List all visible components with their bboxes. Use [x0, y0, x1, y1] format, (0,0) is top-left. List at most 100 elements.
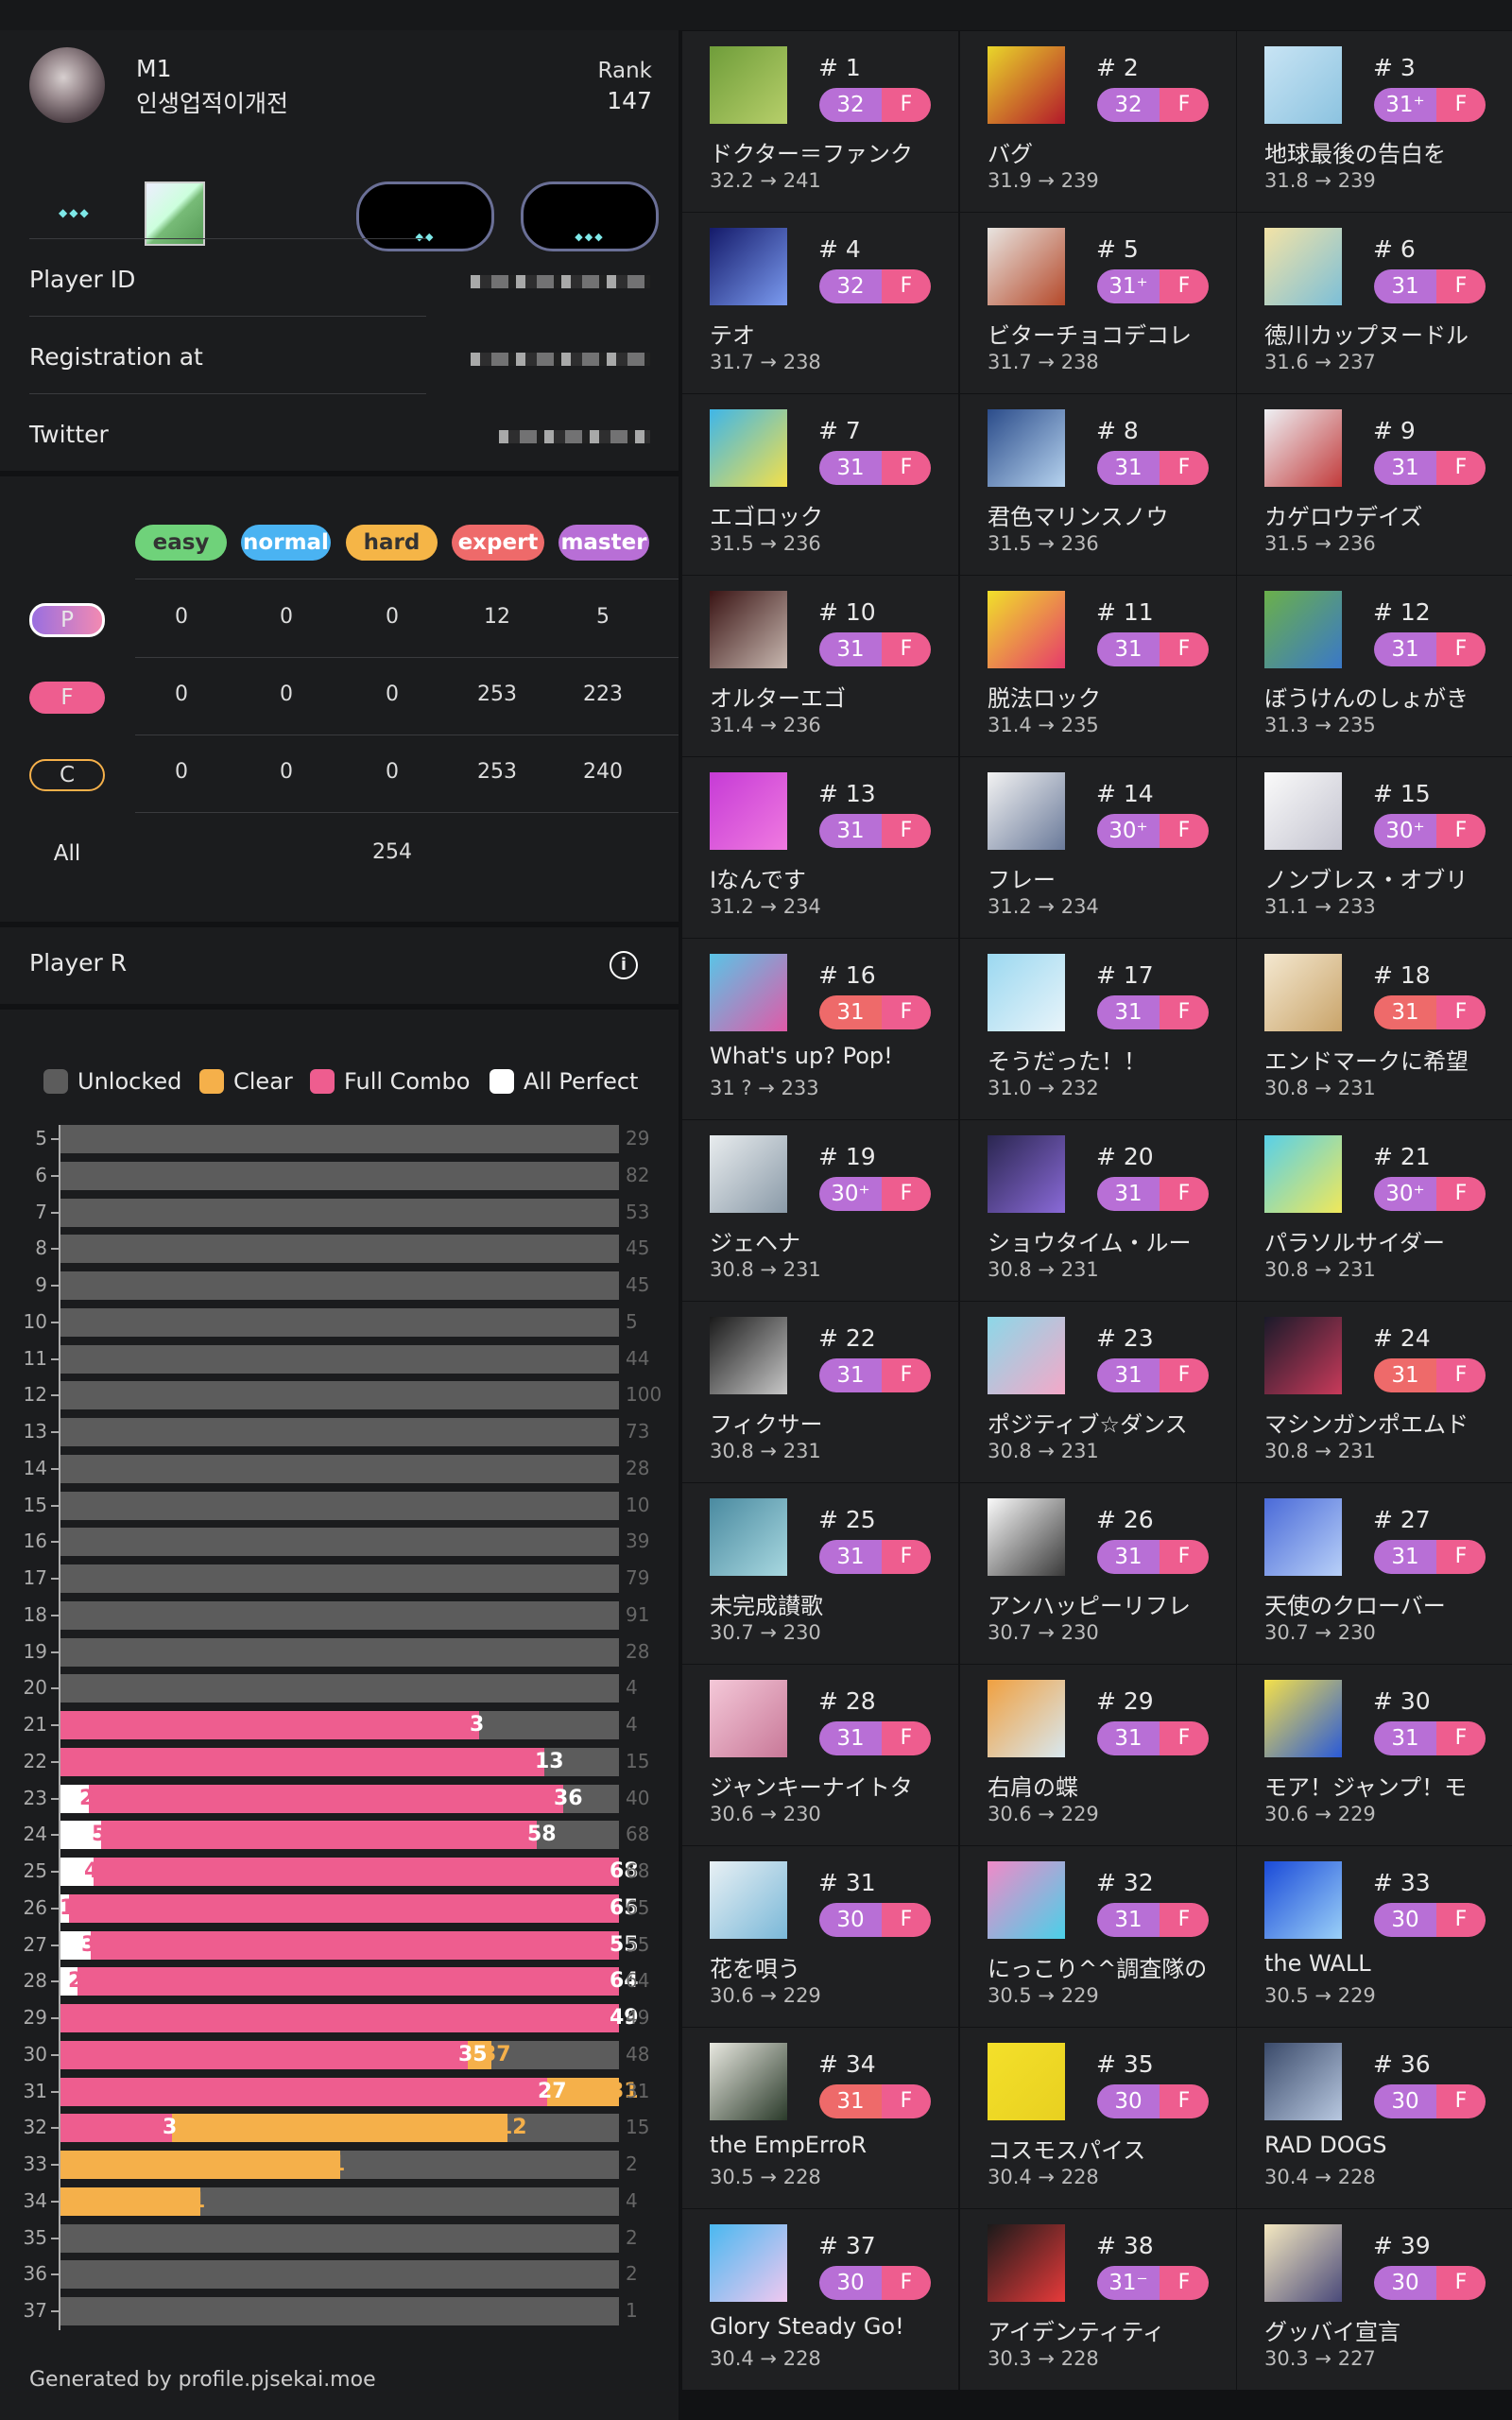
- song-card[interactable]: # 6 31 F 徳川カップヌードル 31.6 → 237: [1237, 213, 1512, 393]
- stat-cell: 223: [583, 683, 623, 706]
- song-card[interactable]: # 13 31 F Iなんです 31.2 → 234: [682, 757, 958, 938]
- song-card[interactable]: # 21 30⁺ F パラソルサイダー 30.8 → 231: [1237, 1120, 1512, 1301]
- song-card[interactable]: # 24 31 F マシンガンポエムド 30.8 → 231: [1237, 1302, 1512, 1482]
- song-card[interactable]: # 9 31 F カゲロウデイズ 31.5 → 236: [1237, 394, 1512, 575]
- info-icon[interactable]: i: [610, 951, 638, 979]
- song-jacket: [710, 409, 787, 487]
- full-combo-segment: [60, 2041, 468, 2069]
- song-card[interactable]: # 5 31⁺ F ビターチョコデコレ 31.7 → 238: [960, 213, 1236, 393]
- song-title: ジャンキーナイトタ: [710, 1774, 913, 1801]
- song-card[interactable]: # 36 30 F RAD DOGS 30.4 → 228: [1237, 2028, 1512, 2208]
- song-card[interactable]: # 27 31 F 天使のクローバー 30.7 → 230: [1237, 1483, 1512, 1664]
- full-combo-mark: F: [1160, 995, 1209, 1029]
- level-pill: 31 F: [819, 2084, 931, 2118]
- song-card[interactable]: # 7 31 F エゴロック 31.5 → 236: [682, 394, 958, 575]
- song-card[interactable]: # 38 31⁻ F アイデンティティ 30.3 → 228: [960, 2209, 1236, 2390]
- level-label: 18: [23, 1603, 47, 1626]
- song-card[interactable]: # 8 31 F 君色マリンスノウ 31.5 → 236: [960, 394, 1236, 575]
- song-card[interactable]: # 15 30⁺ F ノンブレス・オブリ 31.1 → 233: [1237, 757, 1512, 938]
- song-rank: # 13: [818, 780, 876, 807]
- full-combo-segment: [60, 1967, 619, 1996]
- full-combo-mark: F: [1436, 632, 1486, 666]
- song-card[interactable]: # 39 30 F グッバイ宣言 30.3 → 227: [1237, 2209, 1512, 2390]
- song-rank: # 15: [1373, 780, 1431, 807]
- song-card[interactable]: # 31 30 F 花を唄う 30.6 → 229: [682, 1846, 958, 2027]
- stat-cell: 0: [280, 605, 293, 629]
- level-pill: 30 F: [1374, 2266, 1486, 2300]
- song-card[interactable]: # 10 31 F オルターエゴ 31.4 → 236: [682, 576, 958, 756]
- song-jacket: [1264, 2224, 1342, 2302]
- song-card[interactable]: # 18 31 F エンドマークに希望 30.8 → 231: [1237, 939, 1512, 1119]
- song-card[interactable]: # 4 32 F テオ 31.7 → 238: [682, 213, 958, 393]
- song-rating: 31.7 → 238: [710, 351, 821, 373]
- song-card[interactable]: # 17 31 F そうだった！！ 31.0 → 232: [960, 939, 1236, 1119]
- player-id-value-masked: [471, 275, 650, 288]
- full-combo-mark: F: [882, 269, 931, 303]
- song-card[interactable]: # 1 32 F ドクター＝ファンク 32.2 → 241: [682, 31, 958, 212]
- song-rank: # 3: [1373, 54, 1416, 81]
- song-card[interactable]: # 11 31 F 脱法ロック 31.4 → 235: [960, 576, 1236, 756]
- song-card[interactable]: # 16 31 F What's up? Pop! 31 ? → 233: [682, 939, 958, 1119]
- song-card[interactable]: # 37 30 F Glory Steady Go! 30.4 → 228: [682, 2209, 958, 2390]
- full-combo-mark: F: [882, 1540, 931, 1574]
- song-card[interactable]: # 19 30⁺ F ジェヘナ 30.8 → 231: [682, 1120, 958, 1301]
- song-card[interactable]: # 22 31 F フィクサー 30.8 → 231: [682, 1302, 958, 1482]
- legend-all-perfect: All Perfect: [490, 1068, 638, 1095]
- song-rank: # 25: [818, 1506, 876, 1533]
- level-total: 31: [626, 2080, 650, 2102]
- song-card[interactable]: # 2 32 F バグ 31.9 → 239: [960, 31, 1236, 212]
- song-card[interactable]: # 14 30⁺ F フレー 31.2 → 234: [960, 757, 1236, 938]
- level-label: 19: [23, 1640, 47, 1663]
- all-perfect-segment-label: 1: [60, 1896, 75, 1920]
- level-bar: 1: [60, 2187, 619, 2216]
- level-label: 28: [23, 1969, 47, 1992]
- song-card[interactable]: # 12 31 F ぼうけんのしょがき 31.3 → 235: [1237, 576, 1512, 756]
- song-card[interactable]: # 29 31 F 右肩の蝶 30.6 → 229: [960, 1665, 1236, 1845]
- song-jacket: [1264, 1317, 1342, 1394]
- song-rating: 31.7 → 238: [988, 351, 1099, 373]
- song-rating: 30.8 → 231: [988, 1258, 1099, 1281]
- song-card[interactable]: # 30 31 F モア！ジャンプ！モ 30.6 → 229: [1237, 1665, 1512, 1845]
- section-gap: [0, 1004, 679, 1010]
- level-pill: 31 F: [819, 1721, 931, 1755]
- song-card[interactable]: # 23 31 F ポジティブ☆ダンス 30.8 → 231: [960, 1302, 1236, 1482]
- song-title: ノンブレス・オブリ: [1264, 867, 1469, 893]
- song-card[interactable]: # 35 30 F コスモスパイス 30.4 → 228: [960, 2028, 1236, 2208]
- song-level: 31: [1097, 1358, 1160, 1392]
- level-label: 35: [23, 2226, 47, 2249]
- badge-normal: normal: [241, 525, 331, 561]
- song-card[interactable]: # 25 31 F 未完成讃歌 30.7 → 230: [682, 1483, 958, 1664]
- song-title: マシンガンポエムド: [1264, 1411, 1469, 1438]
- song-jacket: [710, 1317, 787, 1394]
- level-label: 30: [23, 2043, 47, 2066]
- song-jacket: [988, 2043, 1065, 2120]
- song-card[interactable]: # 20 31 F ショウタイム・ルー 30.8 → 231: [960, 1120, 1236, 1301]
- level-total: 91: [626, 1603, 650, 1626]
- level-total: 44: [626, 1347, 650, 1370]
- song-card[interactable]: # 28 31 F ジャンキーナイトタ 30.6 → 230: [682, 1665, 958, 1845]
- level-total: 55: [626, 1933, 650, 1956]
- song-level: 31: [1097, 1721, 1160, 1755]
- song-rank: # 18: [1373, 961, 1431, 989]
- song-card[interactable]: # 3 31⁺ F 地球最後の告白を 31.8 → 239: [1237, 31, 1512, 212]
- song-rating: 31.0 → 232: [988, 1077, 1099, 1099]
- song-rating: 30.5 → 229: [1264, 1984, 1376, 2007]
- twitter-label: Twitter: [29, 421, 109, 448]
- song-card[interactable]: # 33 30 Fthe WALL 30.5 → 229: [1237, 1846, 1512, 2027]
- song-card[interactable]: # 34 31 Fthe EmpErroR 30.5 → 228: [682, 2028, 958, 2208]
- full-combo-segment-label: 3: [163, 2116, 178, 2139]
- song-card[interactable]: # 32 31 F にっこり^^調査隊の 30.5 → 229: [960, 1846, 1236, 2027]
- level-label: 7: [35, 1201, 47, 1223]
- honor-deco-icon: ◆◆◆: [59, 206, 91, 219]
- full-combo-mark: F: [882, 1358, 931, 1392]
- level-bar: [60, 1271, 619, 1300]
- song-title: the WALL: [1264, 1950, 1371, 1977]
- song-card[interactable]: # 26 31 F アンハッピーリフレ 30.7 → 230: [960, 1483, 1236, 1664]
- legend-swatch: [43, 1069, 68, 1094]
- honor-slot-1: ◆◆: [356, 182, 494, 251]
- level-label: 24: [23, 1823, 47, 1845]
- song-title: にっこり^^調査隊の: [988, 1956, 1208, 1982]
- stat-cell: 0: [386, 760, 399, 784]
- full-combo-mark: F: [1160, 1540, 1209, 1574]
- song-jacket: [988, 1680, 1065, 1757]
